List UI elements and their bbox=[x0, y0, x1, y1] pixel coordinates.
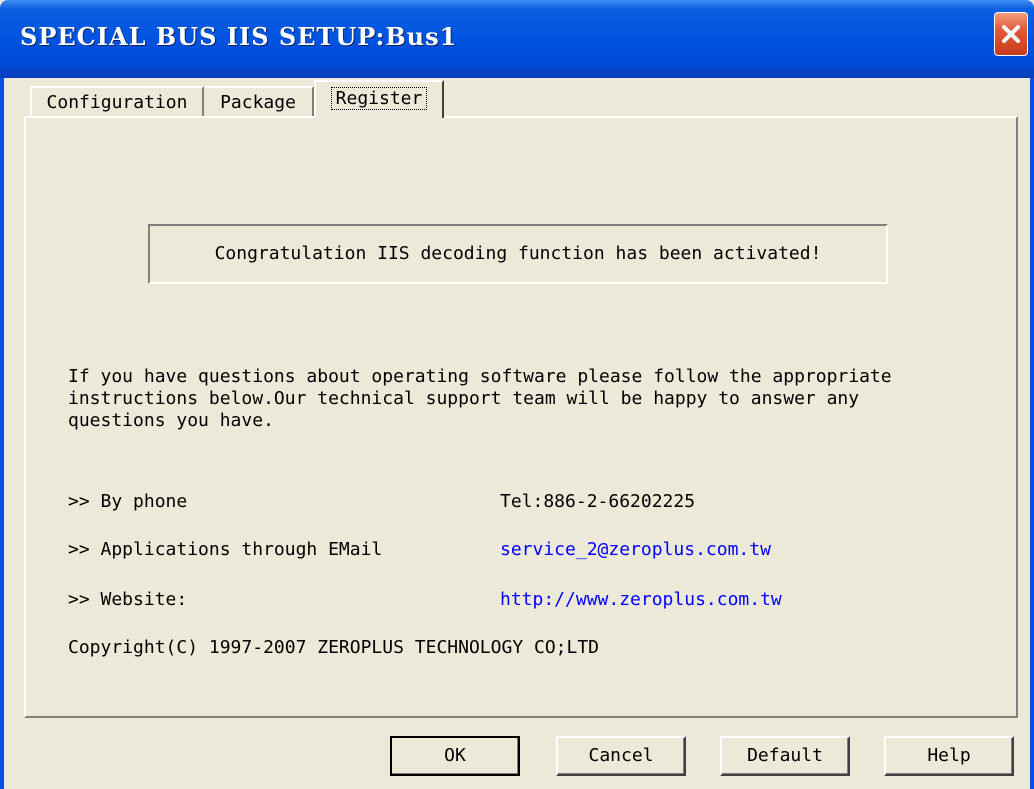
phone-value: Tel:886-2-66202225 bbox=[500, 491, 696, 512]
help-button[interactable]: Help bbox=[884, 736, 1014, 776]
email-label: >> Applications through EMail bbox=[68, 539, 383, 560]
tab-package-label: Package bbox=[220, 92, 296, 113]
dialog-window: SPECIAL BUS IIS SETUP:Bus1 Configuration… bbox=[0, 0, 1034, 789]
tab-register-label: Register bbox=[330, 87, 428, 110]
website-label: >> Website: bbox=[68, 589, 188, 610]
tab-package[interactable]: Package bbox=[204, 86, 314, 116]
tab-configuration-label: Configuration bbox=[46, 92, 188, 113]
window-frame-right bbox=[1030, 78, 1034, 789]
tab-register[interactable]: Register bbox=[314, 80, 444, 118]
email-link[interactable]: service_2@zeroplus.com.tw bbox=[500, 538, 771, 562]
window-title: SPECIAL BUS IIS SETUP:Bus1 bbox=[20, 22, 458, 51]
phone-label: >> By phone bbox=[68, 491, 188, 512]
tab-configuration[interactable]: Configuration bbox=[30, 86, 204, 116]
support-info-text: If you have questions about operating so… bbox=[68, 366, 892, 431]
close-button[interactable] bbox=[994, 12, 1028, 56]
title-bar[interactable]: SPECIAL BUS IIS SETUP:Bus1 bbox=[0, 0, 1034, 78]
website-link[interactable]: http://www.zeroplus.com.tw bbox=[500, 588, 782, 612]
ok-button[interactable]: OK bbox=[390, 736, 520, 776]
copyright-text: Copyright(C) 1997-2007 ZEROPLUS TECHNOLO… bbox=[68, 637, 600, 658]
window-frame-left bbox=[0, 78, 4, 789]
default-button[interactable]: Default bbox=[720, 736, 850, 776]
close-icon bbox=[1002, 25, 1020, 43]
cancel-button[interactable]: Cancel bbox=[556, 736, 686, 776]
activation-notice: Congratulation IIS decoding function has… bbox=[148, 224, 888, 284]
